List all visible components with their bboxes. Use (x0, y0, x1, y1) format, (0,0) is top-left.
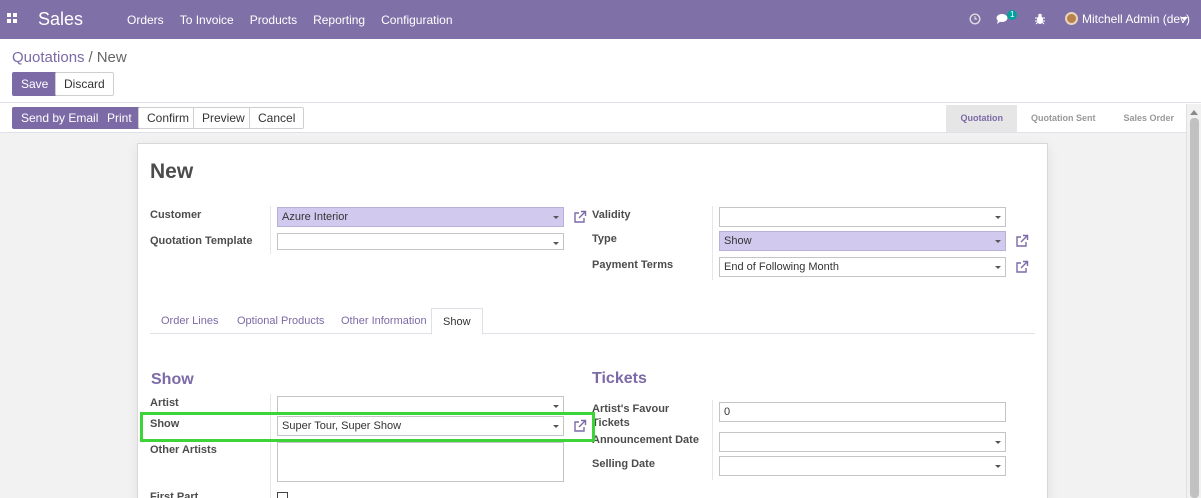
artist-favour-tickets-field[interactable]: 0 (719, 402, 1006, 422)
menu-reporting[interactable]: Reporting (313, 13, 365, 27)
artist-favour-label-line1: Artist's Favour (592, 403, 670, 415)
bug-icon[interactable] (1034, 13, 1046, 25)
payment-terms-label: Payment Terms (592, 259, 674, 271)
discard-button[interactable]: Discard (55, 72, 114, 96)
dropdown-caret-icon (553, 242, 559, 245)
dropdown-caret-icon (553, 405, 559, 408)
breadcrumb: Quotations / New (12, 49, 127, 66)
cancel-button[interactable]: Cancel (249, 107, 305, 129)
dropdown-caret-icon (995, 216, 1001, 219)
confirm-button[interactable]: Confirm (138, 107, 199, 129)
type-label: Type (592, 233, 617, 245)
first-part-checkbox[interactable] (277, 492, 288, 498)
breadcrumb-quotations[interactable]: Quotations (12, 49, 85, 66)
top-navbar: Sales Orders To Invoice Products Reporti… (0, 0, 1201, 39)
status-bar: Send by Email Print Confirm Preview Canc… (0, 103, 1201, 133)
tab-optional-products[interactable]: Optional Products (226, 308, 335, 334)
record-title: New (150, 160, 194, 183)
dropdown-caret-icon (995, 441, 1001, 444)
highlight-annotation (140, 412, 595, 442)
validity-field[interactable] (719, 207, 1006, 227)
menu-orders[interactable]: Orders (127, 13, 164, 27)
stage-quotation-sent[interactable]: Quotation Sent (1017, 105, 1110, 132)
quotation-template-field[interactable] (277, 233, 564, 250)
apps-grid-icon[interactable] (7, 13, 18, 24)
divider (712, 206, 713, 280)
type-value: Show (724, 235, 752, 247)
first-part-label: First Part (150, 491, 199, 498)
preview-button[interactable]: Preview (193, 107, 254, 129)
breadcrumb-current: New (96, 49, 127, 66)
divider (270, 206, 271, 254)
breadcrumb-separator: / (88, 49, 93, 66)
artist-favour-label: Artist's Favour Tickets (592, 402, 669, 430)
dropdown-caret-icon (995, 240, 1001, 243)
announcement-date-field[interactable] (719, 432, 1006, 452)
external-link-icon[interactable] (1015, 260, 1029, 274)
dropdown-caret-icon (995, 266, 1001, 269)
tab-order-lines[interactable]: Order Lines (150, 308, 229, 334)
send-by-email-button[interactable]: Send by Email (12, 107, 108, 129)
divider (712, 400, 713, 480)
type-field[interactable]: Show (719, 231, 1006, 251)
show-section-heading: Show (151, 371, 194, 388)
artist-field[interactable] (277, 396, 564, 413)
selling-date-label: Selling Date (592, 458, 655, 470)
user-name[interactable]: Mitchell Admin (dev) (1082, 12, 1190, 26)
stage-pipeline: Quotation Quotation Sent Sales Order (946, 105, 1188, 132)
menu-products[interactable]: Products (250, 13, 297, 27)
payment-terms-value: End of Following Month (724, 261, 839, 273)
dropdown-caret-icon (995, 465, 1001, 468)
app-name[interactable]: Sales (38, 9, 83, 30)
selling-date-field[interactable] (719, 456, 1006, 476)
divider (270, 394, 271, 498)
form-sheet: New Customer Quotation Template Azure In… (137, 143, 1048, 498)
stage-quotation[interactable]: Quotation (946, 105, 1017, 132)
artist-favour-label-line2: Tickets (592, 417, 630, 429)
scroll-up-arrow-icon[interactable] (1190, 110, 1198, 115)
user-avatar[interactable] (1065, 12, 1078, 25)
main-menu: Orders To Invoice Products Reporting Con… (127, 13, 469, 27)
quotation-template-label: Quotation Template (150, 235, 253, 247)
scrollbar[interactable] (1186, 104, 1201, 498)
scroll-thumb[interactable] (1190, 118, 1199, 498)
external-link-icon[interactable] (1015, 234, 1029, 248)
tab-show[interactable]: Show (431, 308, 483, 335)
tickets-section-heading: Tickets (592, 370, 647, 387)
control-panel: Quotations / New Save Discard (0, 39, 1201, 103)
notebook-tabs: Order Lines Optional Products Other Info… (150, 308, 1035, 335)
stage-sales-order[interactable]: Sales Order (1109, 105, 1188, 132)
customer-field[interactable]: Azure Interior (277, 207, 564, 227)
validity-label: Validity (592, 209, 631, 221)
external-link-icon[interactable] (573, 210, 587, 224)
chevron-down-icon[interactable] (1181, 17, 1188, 21)
payment-terms-field[interactable]: End of Following Month (719, 257, 1006, 277)
artist-label: Artist (150, 397, 179, 409)
save-button[interactable]: Save (12, 72, 58, 96)
menu-to-invoice[interactable]: To Invoice (180, 13, 234, 27)
artist-favour-tickets-value: 0 (724, 406, 731, 418)
other-artists-field[interactable] (277, 442, 564, 482)
dropdown-caret-icon (553, 216, 559, 219)
print-button[interactable]: Print (98, 107, 141, 129)
tab-other-information[interactable]: Other Information (330, 308, 438, 334)
other-artists-label: Other Artists (150, 444, 217, 456)
clock-icon[interactable] (969, 13, 981, 25)
announcement-date-label: Announcement Date (592, 434, 699, 446)
customer-label: Customer (150, 209, 202, 221)
chat-count-badge: 1 (1007, 10, 1018, 20)
customer-value: Azure Interior (282, 211, 349, 223)
menu-configuration[interactable]: Configuration (381, 13, 452, 27)
